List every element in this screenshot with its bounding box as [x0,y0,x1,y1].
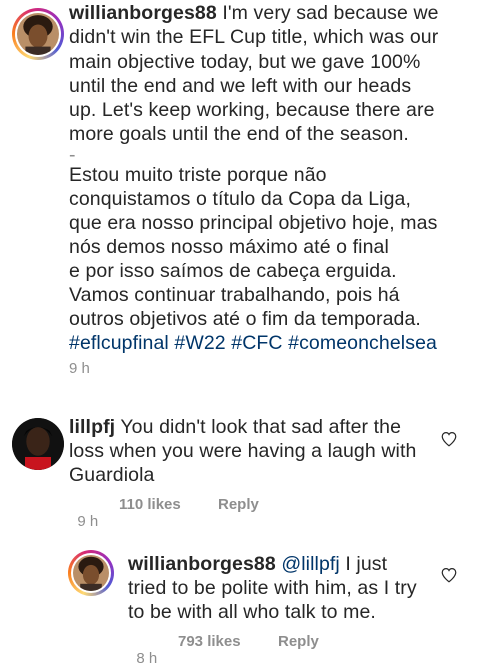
reply-text: I just [339,553,388,575]
reply-reply-label: Reply [278,633,319,650]
comment-text: You didn't look that sad after the [115,416,402,438]
caption-line: e por isso saímos de cabeça erguida. [69,260,397,282]
caption-line: que era nosso principal objetivo hoje, m… [69,212,438,234]
caption-line: Estou muito triste porque não [69,164,327,186]
caption-avatar-frame [15,11,61,57]
caption-line: outros objetivos até o fim da temporada. [69,308,421,330]
caption-hashtags: #eflcupfinal #W22 #CFC #comeonchelsea [69,331,437,355]
caption-username[interactable]: willianborges88 [69,2,217,24]
caption-line: Vamos continuar trabalhando, pois há [69,284,400,306]
comment-timestamp: 9 h [77,513,99,530]
caption-line: main objective today, but we gave 100% [69,51,421,73]
caption-line: didn't win the EFL Cup title, which was … [69,26,439,48]
reply-username[interactable]: willianborges88 [128,553,276,575]
comment-line: loss when you were having a laugh with [69,440,417,462]
caption-text: I'm very sad because we [216,2,439,24]
reply-reply-button[interactable]: Reply [278,633,319,650]
heart-outline-icon[interactable] [440,566,458,584]
caption-line: willianborges88 I'm very sad because we [69,1,439,25]
reply-line: willianborges88 @lillpfj I just [128,552,387,576]
reply-likes[interactable]: 793 likes [178,633,241,650]
reply-mention-link[interactable]: @lillpfj [281,553,340,575]
reply-timestamp: 8 h [136,650,158,667]
comment-line: lillpfj You didn't look that sad after t… [69,415,401,439]
caption-line: nós demos nosso máximo até o final [69,236,389,258]
comment-reply-label: Reply [218,496,259,513]
comment-meta: 9 h [69,496,98,530]
comment-likes[interactable]: 110 likes [119,496,181,513]
comment-line: Guardiola [69,464,155,486]
hashtag-link[interactable]: #eflcupfinal [69,332,169,354]
avatar-image [73,555,109,591]
comment-avatar[interactable] [12,418,64,470]
avatar-image [12,418,64,470]
comment-likes-count: 110 likes [119,496,181,513]
caption-avatar[interactable] [12,8,64,60]
hashtag-link[interactable]: #W22 [174,332,225,354]
hashtag-link[interactable]: #CFC [231,332,282,354]
comment-username[interactable]: lillpfj [69,416,115,438]
avatar-image [17,13,59,55]
caption-timestamp: 9 h [69,360,90,377]
reply-line: to be with all who talk to me. [128,601,376,623]
reply-line: tried to be polite with him, as I try [128,577,417,599]
reply-likes-count: 793 likes [178,633,241,650]
reply-avatar[interactable] [68,550,114,596]
reply-avatar-frame [71,553,111,593]
caption-line: more goals until the end of the season. [69,123,409,145]
caption-line: conquistamos o título da Copa da Liga, [69,188,412,210]
hashtag-link[interactable]: #comeonchelsea [288,332,437,354]
heart-outline-icon[interactable] [440,430,458,448]
reply-meta: 8 h [128,633,157,667]
caption-line: until the end and we left with our heads [69,75,412,97]
caption-line: up. Let's keep working, because there ar… [69,99,435,121]
comment-reply-button[interactable]: Reply [218,496,259,513]
